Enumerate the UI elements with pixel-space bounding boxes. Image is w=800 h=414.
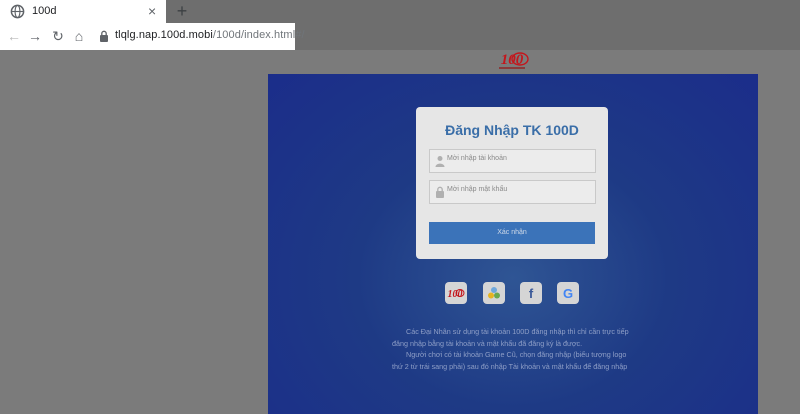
tab-strip: 100d × + [0, 0, 800, 23]
svg-text:G: G [563, 286, 573, 300]
100d-logo-icon: 100 [448, 289, 465, 299]
100d-logo: 100 [499, 52, 529, 69]
close-tab-icon[interactable]: × [148, 2, 156, 20]
lock-icon[interactable] [99, 30, 109, 42]
tab-title: 100d [32, 5, 57, 17]
new-tab-button[interactable]: + [173, 1, 191, 21]
browser-tab[interactable]: 100d × [0, 0, 166, 23]
password-field[interactable]: Mời nhập mật khẩu [429, 180, 596, 204]
user-icon [435, 156, 445, 167]
facebook-icon: f [529, 286, 534, 300]
login-title: Đăng Nhập TK 100D [445, 122, 579, 138]
url-host: tlqlg.nap.100d.mobi [115, 29, 213, 41]
username-placeholder: Mời nhập tài khoản [447, 155, 507, 162]
app-icon [488, 287, 500, 299]
login-instructions: Các Đại Nhân sử dụng tài khoản 100D đăng… [392, 326, 636, 372]
facebook-login-button[interactable]: f [520, 282, 542, 304]
forward-icon[interactable]: → [27, 28, 43, 44]
browser-chrome: 100d × + ← → ↻ ⌂ tlqlg.nap.100d.mobi/100… [0, 0, 800, 50]
url-text: tlqlg.nap.100d.mobi/100d/index.html#/ [115, 29, 305, 41]
google-login-button[interactable]: G [557, 282, 579, 304]
svg-text:100: 100 [448, 289, 463, 299]
svg-text:f: f [529, 286, 534, 300]
password-placeholder: Mời nhập mật khẩu [447, 186, 508, 193]
toolbar: ← → ↻ ⌂ tlqlg.nap.100d.mobi/100d/index.h… [0, 23, 305, 50]
submit-button[interactable]: Xác nhận [429, 222, 595, 244]
url-input[interactable]: tlqlg.nap.100d.mobi/100d/index.html#/ [92, 26, 305, 47]
google-icon: G [563, 286, 573, 300]
reload-icon[interactable]: ↻ [50, 28, 66, 44]
100d-login-button[interactable]: 100 [445, 282, 467, 304]
instructions-paragraph-1: Các Đại Nhân sử dụng tài khoản 100D đăng… [392, 327, 629, 348]
password-lock-icon [436, 186, 444, 198]
back-icon[interactable]: ← [6, 28, 22, 44]
login-panel-background: Đăng Nhập TK 100D Mời nhập tài khoản Mời… [268, 74, 758, 414]
address-bar-row: ← → ↻ ⌂ tlqlg.nap.100d.mobi/100d/index.h… [0, 23, 800, 50]
home-icon[interactable]: ⌂ [71, 28, 87, 44]
url-path: /100d/index.html#/ [212, 29, 305, 41]
globe-icon [10, 4, 25, 19]
username-field[interactable]: Mời nhập tài khoản [429, 149, 596, 173]
instructions-paragraph-2: Người chơi có tài khoản Game Cũ, chọn đă… [392, 350, 628, 371]
old-account-login-button[interactable] [483, 282, 505, 304]
login-card: Đăng Nhập TK 100D Mời nhập tài khoản Mời… [416, 107, 608, 259]
